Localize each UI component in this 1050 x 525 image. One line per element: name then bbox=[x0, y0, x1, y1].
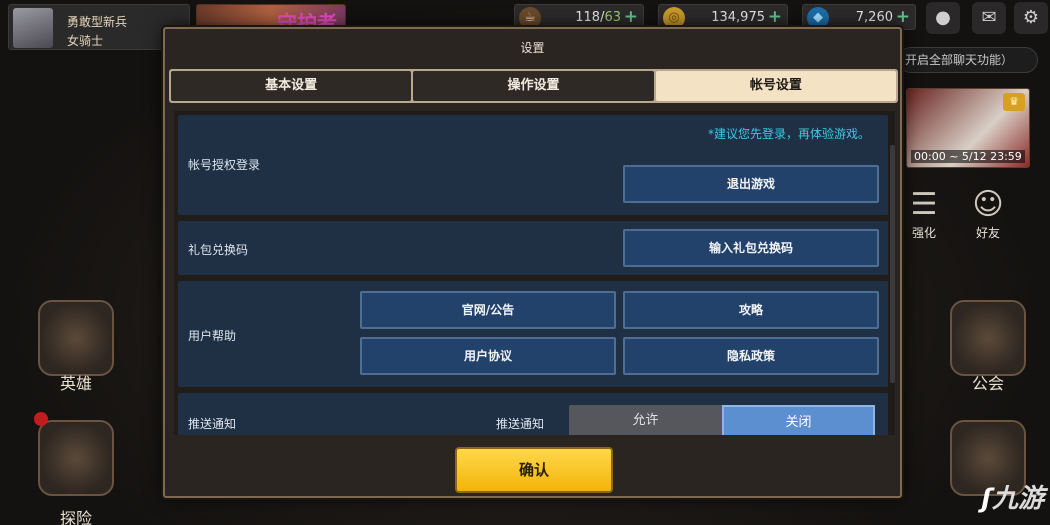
user-help-section: 用户帮助 官网/公告 攻略 用户协议 隐私政策 bbox=[178, 281, 888, 387]
account-login-label: 帐号授权登录 bbox=[188, 158, 261, 172]
add-stamina-button[interactable]: + bbox=[624, 7, 638, 27]
chat-icon[interactable]: ● bbox=[926, 2, 960, 34]
dialog-title: 设置 bbox=[520, 41, 545, 55]
push-notification-section: 推送通知 推送通知 允许 关闭 bbox=[178, 393, 888, 435]
friends-label: 好友 bbox=[975, 226, 1000, 240]
watermark-logo: ʃ九游 bbox=[981, 484, 1044, 514]
gold-value: 134,975 bbox=[711, 10, 765, 25]
explore-label: 探险 bbox=[59, 509, 92, 525]
player-avatar[interactable] bbox=[13, 8, 53, 48]
chat-tip[interactable]: 开启全部聊天功能） bbox=[898, 47, 1038, 73]
guild-emblem-icon[interactable] bbox=[950, 300, 1026, 376]
privacy-policy-button[interactable]: 隐私政策 bbox=[623, 337, 879, 375]
enter-gift-code-button[interactable]: 输入礼包兑换码 bbox=[623, 229, 879, 267]
add-gems-button[interactable]: + bbox=[896, 7, 910, 27]
mail-icon[interactable]: ✉ bbox=[972, 2, 1006, 34]
stamina-value: 118/63 bbox=[575, 10, 621, 25]
user-agreement-button[interactable]: 用户协议 bbox=[360, 337, 616, 375]
hero-emblem-icon[interactable] bbox=[38, 300, 114, 376]
enhance-icon: ☰ bbox=[910, 187, 938, 222]
gem-value: 7,260 bbox=[855, 10, 893, 25]
push-notification-label: 推送通知 bbox=[188, 417, 237, 431]
push-notification-sublabel: 推送通知 bbox=[496, 417, 545, 431]
settings-icon[interactable]: ⚙ bbox=[1014, 2, 1048, 34]
crown-icon: ♛ bbox=[1003, 93, 1025, 111]
gift-code-section: 礼包兑换码 输入礼包兑换码 bbox=[178, 221, 888, 275]
tab-account-settings[interactable]: 帐号设置 bbox=[655, 71, 896, 101]
settings-content[interactable]: 帐号授权登录 *建议您先登录，再体验游戏。 退出游戏 礼包兑换码 输入礼包兑换码… bbox=[174, 111, 895, 435]
notification-dot bbox=[34, 412, 48, 426]
settings-dialog: 设置 基本设置 操作设置 帐号设置 帐号授权登录 *建议您先登录，再体验游戏。 … bbox=[163, 27, 902, 498]
player-rank: 勇敢型新兵 bbox=[67, 15, 128, 29]
account-login-section: 帐号授权登录 *建议您先登录，再体验游戏。 退出游戏 bbox=[178, 115, 888, 215]
content-scrollbar[interactable] bbox=[890, 145, 895, 383]
coin-icon: ◎ bbox=[663, 7, 685, 29]
off-option[interactable]: 关闭 bbox=[722, 405, 875, 435]
player-class: 女骑士 bbox=[67, 34, 104, 48]
tab-basic-settings[interactable]: 基本设置 bbox=[171, 71, 412, 101]
coffee-icon: ☕ bbox=[519, 7, 541, 29]
official-site-button[interactable]: 官网/公告 bbox=[360, 291, 616, 329]
enhance-label: 强化 bbox=[911, 226, 936, 240]
explore-emblem-icon[interactable] bbox=[38, 420, 114, 496]
gift-code-label: 礼包兑换码 bbox=[188, 243, 249, 257]
push-notification-toggle: 允许 关闭 bbox=[569, 405, 875, 435]
friends-button[interactable]: ☺ 好友 bbox=[962, 188, 1014, 242]
add-gold-button[interactable]: + bbox=[768, 7, 782, 27]
confirm-button[interactable]: 确认 bbox=[455, 447, 613, 493]
logout-button[interactable]: 退出游戏 bbox=[623, 165, 879, 203]
enhance-button[interactable]: ☰ 强化 bbox=[898, 188, 950, 242]
guide-button[interactable]: 攻略 bbox=[623, 291, 879, 329]
allow-option[interactable]: 允许 bbox=[569, 405, 722, 435]
tab-control-settings[interactable]: 操作设置 bbox=[413, 71, 654, 101]
gem-icon: ◆ bbox=[807, 7, 829, 29]
friends-icon: ☺ bbox=[972, 187, 1004, 222]
login-hint: *建议您先登录，再体验游戏。 bbox=[707, 127, 870, 141]
event-time: 00:00 ~ 5/12 23:59 bbox=[911, 150, 1025, 163]
guild-label: 公会 bbox=[971, 374, 1004, 393]
event-card[interactable]: ♛ 00:00 ~ 5/12 23:59 bbox=[906, 88, 1030, 168]
hero-label: 英雄 bbox=[59, 374, 92, 393]
settings-tabs: 基本设置 操作设置 帐号设置 bbox=[169, 69, 898, 103]
user-help-label: 用户帮助 bbox=[188, 329, 237, 343]
